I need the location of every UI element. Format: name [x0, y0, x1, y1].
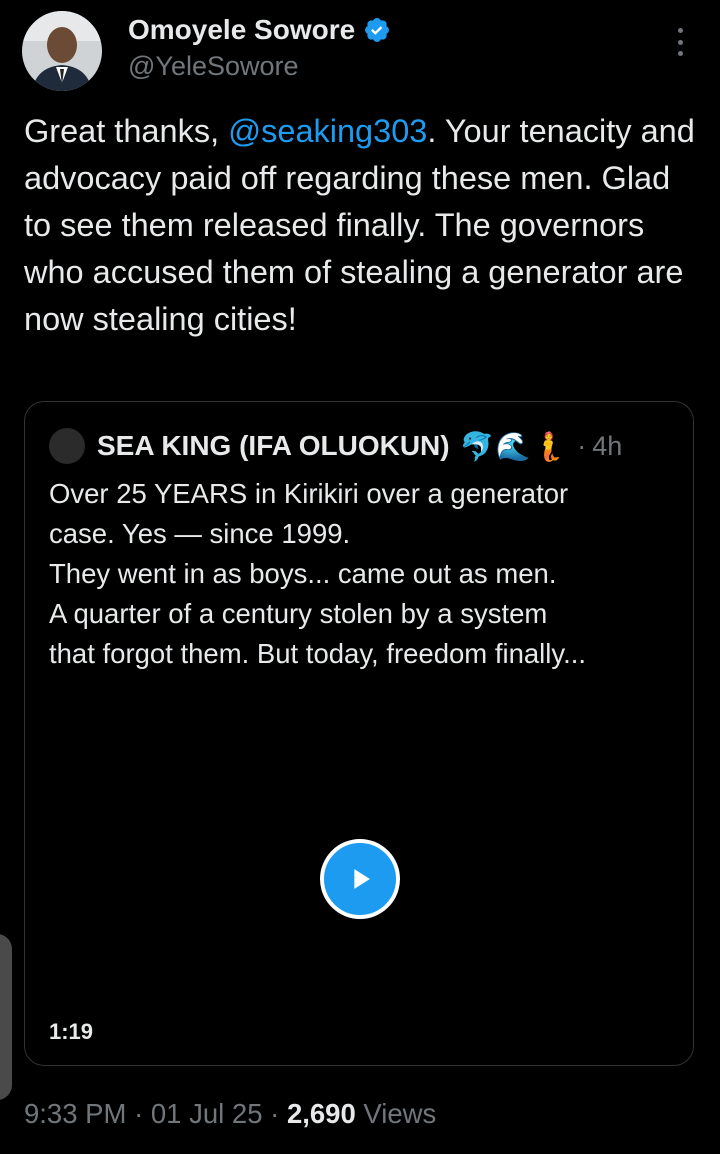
meta-separator: ·	[270, 1098, 280, 1129]
quote-line: A quarter of a century stolen by a syste…	[49, 598, 548, 629]
quote-line: Over 25 YEARS in Kirikiri over a generat…	[49, 478, 569, 509]
views-label: Views	[363, 1098, 437, 1129]
quote-header: SEA KING (IFA OLUOKUN) 🐬🌊🧜 · 4h	[49, 426, 622, 466]
quote-author-avatar[interactable]	[49, 428, 85, 464]
quote-timestamp[interactable]: 4h	[592, 431, 622, 462]
tweet-text: Great thanks, @seaking303. Your tenacity…	[24, 108, 704, 343]
tweet-detail: Omoyele Sowore @YeleSowore Great thanks,…	[0, 0, 720, 1154]
edge-swipe-handle[interactable]	[0, 934, 12, 1100]
tweet-date[interactable]: 01 Jul 25	[151, 1098, 263, 1129]
play-button[interactable]	[320, 839, 400, 919]
tweet-meta: 9:33 PM · 01 Jul 25 · 2,690 Views	[24, 1094, 436, 1134]
views-count: 2,690	[286, 1098, 356, 1129]
author-name-text[interactable]: Omoyele Sowore	[128, 12, 355, 48]
quote-line: They went in as boys... came out as men.	[49, 558, 557, 589]
quote-separator: ·	[577, 430, 587, 461]
tweet-time[interactable]: 9:33 PM	[24, 1098, 126, 1129]
meta-separator: ·	[134, 1098, 144, 1129]
verified-badge-icon	[363, 16, 391, 44]
quote-author-emoji: 🐬🌊🧜	[459, 429, 568, 463]
video-duration: 1:19	[49, 1019, 94, 1044]
quote-author-name[interactable]: SEA KING (IFA OLUOKUN)	[97, 430, 450, 462]
quoted-tweet-card[interactable]: SEA KING (IFA OLUOKUN) 🐬🌊🧜 · 4h Over 25 …	[24, 401, 694, 1066]
quote-text: Over 25 YEARS in Kirikiri over a generat…	[49, 474, 679, 674]
tweet-text-start: Great thanks,	[24, 113, 229, 149]
author-handle[interactable]: @YeleSowore	[128, 48, 299, 84]
play-icon	[354, 869, 370, 889]
mention-link[interactable]: @seaking303	[228, 113, 427, 149]
quote-line: case. Yes — since 1999.	[49, 518, 351, 549]
more-vertical-icon[interactable]	[664, 24, 696, 60]
quote-line: that forgot them. But today, freedom fin…	[49, 638, 587, 669]
author-name[interactable]: Omoyele Sowore	[128, 12, 391, 48]
author-avatar[interactable]	[22, 11, 102, 91]
